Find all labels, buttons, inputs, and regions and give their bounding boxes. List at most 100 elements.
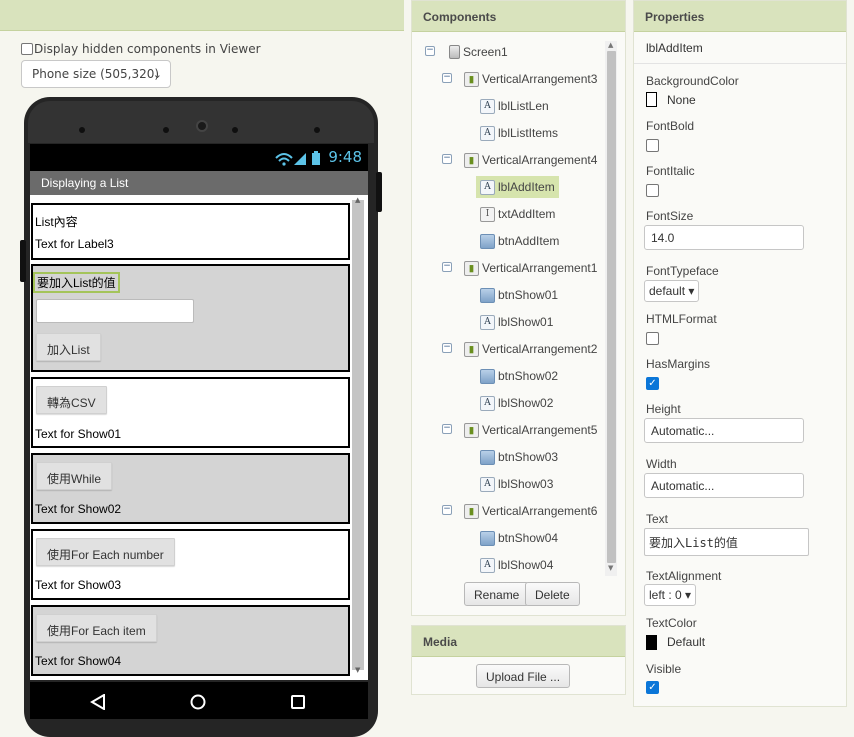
- txt-add-item[interactable]: [36, 299, 194, 323]
- text-color-swatch[interactable]: [646, 635, 657, 650]
- rename-button[interactable]: Rename: [464, 582, 530, 606]
- font-typeface-value: default ▾: [649, 284, 695, 298]
- btn-add-item[interactable]: 加入List: [36, 333, 101, 361]
- height-input[interactable]: Automatic...: [644, 418, 804, 443]
- screen-scrollbar[interactable]: [352, 200, 364, 670]
- tree-item-lbl-show-02[interactable]: AlblShow02: [480, 392, 553, 414]
- phone-side-button: [20, 240, 26, 282]
- delete-button[interactable]: Delete: [525, 582, 580, 606]
- btn-show-02[interactable]: 使用While: [36, 462, 113, 490]
- collapse-toggle-icon[interactable]: −: [442, 424, 452, 434]
- prop-text-color-label: TextColor: [646, 616, 697, 630]
- prop-has-margins-label: HasMargins: [646, 357, 711, 371]
- tree-item-lbl-show-01[interactable]: AlblShow01: [480, 311, 553, 333]
- chevron-down-icon: ⌄: [152, 68, 162, 81]
- prop-font-size-label: FontSize: [646, 209, 694, 223]
- tree-item-vertical-arrangement-2[interactable]: ▮ VerticalArrangement2: [464, 338, 597, 360]
- text-input[interactable]: 要加入List的值: [644, 528, 809, 556]
- tree-scrollbar-thumb[interactable]: [607, 51, 616, 563]
- tree-item-label: lblListLen: [498, 99, 549, 113]
- recents-icon[interactable]: [290, 694, 306, 710]
- btn-show-01[interactable]: 轉為CSV: [36, 386, 107, 414]
- collapse-toggle-icon[interactable]: −: [425, 46, 435, 56]
- vertical-arrangement-1[interactable]: 轉為CSV Text for Show01: [31, 377, 350, 448]
- btn-show-03[interactable]: 使用For Each number: [36, 538, 175, 566]
- tree-item-lbl-show-03[interactable]: AlblShow03: [480, 473, 553, 495]
- properties-panel: Properties lblAddItem BackgroundColor No…: [633, 0, 847, 707]
- scroll-up-icon[interactable]: ▲: [608, 41, 613, 49]
- font-italic-checkbox[interactable]: [646, 184, 659, 197]
- tree-item-label: btnShow02: [498, 369, 559, 383]
- tree-item-lbl-add-item[interactable]: AlblAddItem: [476, 176, 559, 198]
- label-icon: A: [480, 125, 495, 141]
- vertical-arrangement-2[interactable]: 使用While Text for Show02: [31, 453, 350, 524]
- screen-icon: [449, 45, 460, 59]
- button-icon: [480, 287, 495, 303]
- width-value: Automatic...: [651, 479, 715, 493]
- lbl-add-item[interactable]: 要加入List的值: [33, 272, 120, 293]
- tree-item-txt-add-item[interactable]: ItxtAddItem: [480, 203, 555, 225]
- tree-item-vertical-arrangement-4[interactable]: ▮ VerticalArrangement4: [464, 149, 597, 171]
- tree-item-vertical-arrangement-3[interactable]: ▮ VerticalArrangement3: [464, 68, 597, 90]
- prop-font-typeface-label: FontTypeface: [646, 264, 719, 278]
- collapse-toggle-icon[interactable]: −: [442, 154, 452, 164]
- lbl-list-len[interactable]: List內容: [35, 213, 78, 230]
- tree-item-btn-add-item[interactable]: btnAddItem: [480, 230, 559, 252]
- scroll-down-icon[interactable]: ▼: [355, 666, 360, 674]
- properties-title: Properties: [645, 10, 705, 24]
- scroll-up-icon[interactable]: ▲: [355, 196, 360, 204]
- tree-item-vertical-arrangement-5[interactable]: ▮ VerticalArrangement5: [464, 419, 597, 441]
- text-color-value[interactable]: Default: [667, 635, 705, 649]
- width-input[interactable]: Automatic...: [644, 473, 804, 498]
- display-hidden-checkbox[interactable]: [21, 43, 33, 55]
- lbl-show-04[interactable]: Text for Show04: [35, 654, 121, 668]
- tree-item-vertical-arrangement-1[interactable]: ▮ VerticalArrangement1: [464, 257, 597, 279]
- tree-item-label: lblShow04: [498, 558, 554, 572]
- tree-item-btn-show-02[interactable]: btnShow02: [480, 365, 558, 387]
- back-icon[interactable]: [90, 694, 106, 710]
- font-bold-checkbox[interactable]: [646, 139, 659, 152]
- lbl-show-01[interactable]: Text for Show01: [35, 427, 121, 441]
- btn-show-04-label: 使用For Each item: [47, 624, 146, 638]
- lbl-list-items[interactable]: Text for Label3: [35, 237, 114, 251]
- tree-item-btn-show-01[interactable]: btnShow01: [480, 284, 558, 306]
- tree-item-lbl-list-len[interactable]: AlblListLen: [480, 95, 549, 117]
- prop-text-alignment-label: TextAlignment: [646, 569, 722, 583]
- components-panel: Components − Screen1 − ▮ VerticalArrangem…: [411, 0, 626, 616]
- tree-item-btn-show-04[interactable]: btnShow04: [480, 527, 558, 549]
- lbl-show-02[interactable]: Text for Show02: [35, 502, 121, 516]
- delete-label: Delete: [535, 588, 570, 602]
- collapse-toggle-icon[interactable]: −: [442, 343, 452, 353]
- phone-size-select[interactable]: Phone size (505,320) ⌄: [21, 60, 171, 88]
- html-format-checkbox[interactable]: [646, 332, 659, 345]
- collapse-toggle-icon[interactable]: −: [442, 262, 452, 272]
- tree-item-lbl-show-04[interactable]: AlblShow04: [480, 554, 553, 576]
- prop-text-label: Text: [646, 512, 669, 526]
- display-hidden-row[interactable]: Display hidden components in Viewer: [21, 42, 261, 56]
- components-title: Components: [423, 10, 497, 24]
- font-typeface-select[interactable]: default ▾: [644, 280, 700, 302]
- font-size-input[interactable]: 14.0: [644, 225, 804, 250]
- tree-item-vertical-arrangement-6[interactable]: ▮ VerticalArrangement6: [464, 500, 597, 522]
- tree-item-screen1[interactable]: Screen1: [449, 41, 508, 63]
- vertical-arrangement-6[interactable]: 使用For Each item Text for Show04: [31, 605, 350, 676]
- text-alignment-select[interactable]: left : 0 ▾: [644, 584, 697, 606]
- has-margins-checkbox[interactable]: ✓: [646, 377, 659, 390]
- visible-checkbox[interactable]: ✓: [646, 681, 659, 694]
- background-color-value[interactable]: None: [667, 93, 696, 107]
- collapse-toggle-icon[interactable]: −: [442, 73, 452, 83]
- upload-file-label: Upload File ...: [486, 670, 561, 684]
- tree-item-label: btnAddItem: [498, 234, 560, 248]
- home-icon[interactable]: [190, 694, 206, 710]
- lbl-show-03[interactable]: Text for Show03: [35, 578, 121, 592]
- tree-item-lbl-list-items[interactable]: AlblListItems: [480, 122, 558, 144]
- vertical-arrangement-5[interactable]: 使用For Each number Text for Show03: [31, 529, 350, 600]
- vertical-arrangement-3[interactable]: List內容 Text for Label3: [31, 203, 350, 260]
- vertical-arrangement-4[interactable]: 要加入List的值 加入List: [31, 264, 350, 372]
- background-color-swatch[interactable]: [646, 92, 657, 107]
- btn-show-04[interactable]: 使用For Each item: [36, 614, 157, 642]
- scroll-down-icon[interactable]: ▼: [608, 564, 613, 572]
- collapse-toggle-icon[interactable]: −: [442, 505, 452, 515]
- tree-item-btn-show-03[interactable]: btnShow03: [480, 446, 558, 468]
- upload-file-button[interactable]: Upload File ...: [476, 664, 571, 688]
